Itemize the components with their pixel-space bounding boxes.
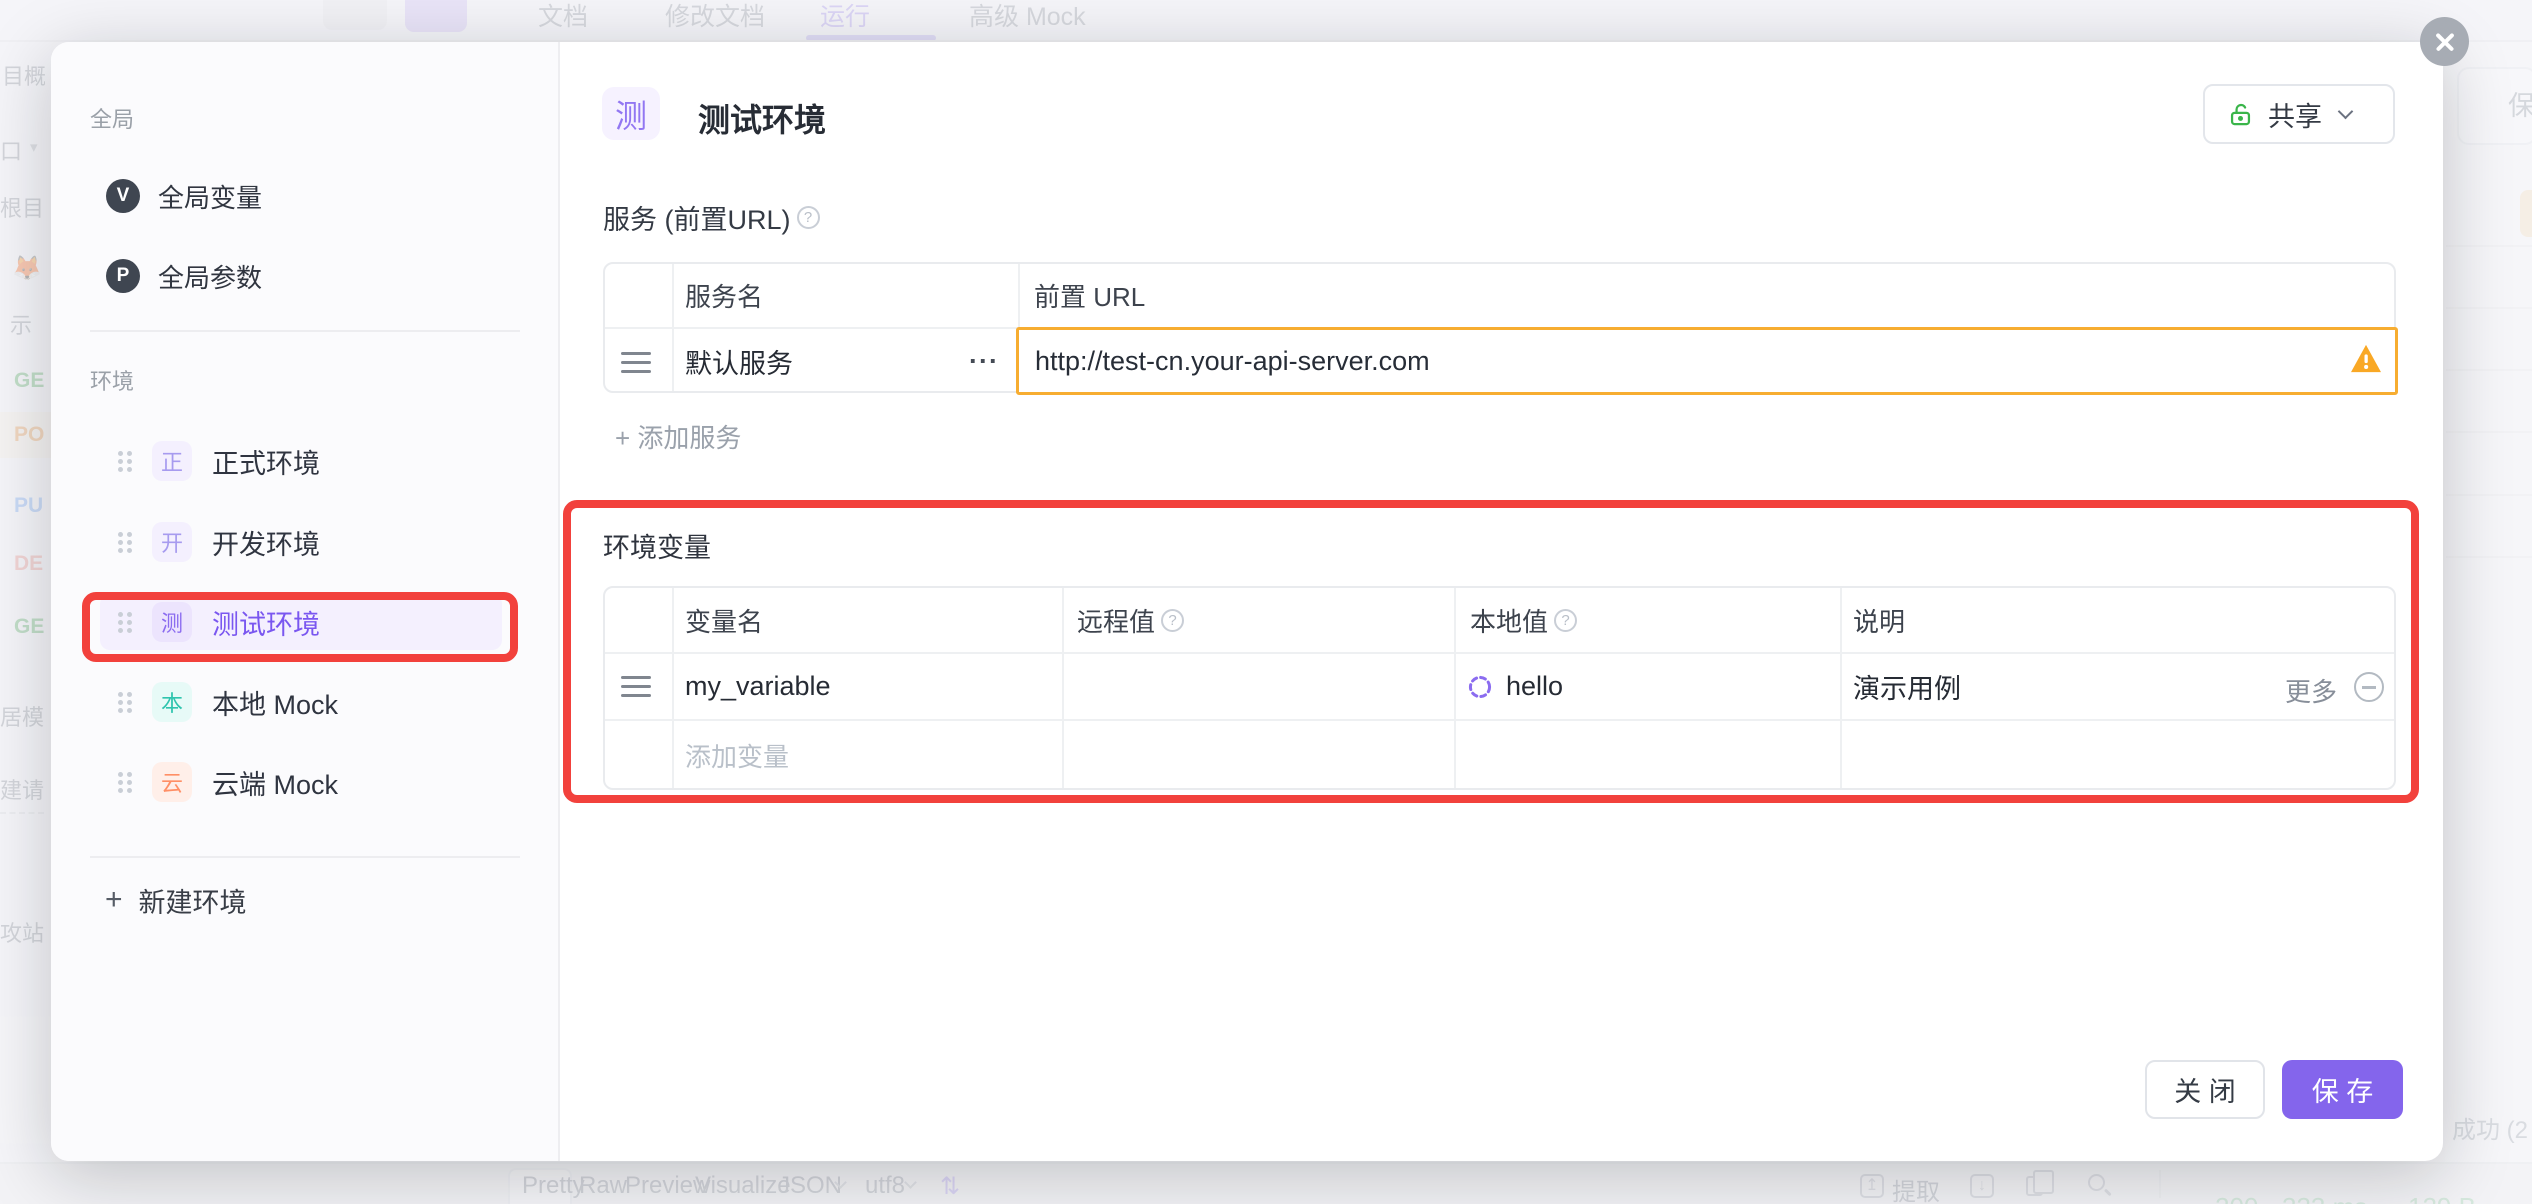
local-value-text: hello: [1506, 671, 1563, 702]
close-button[interactable]: 关 闭: [2145, 1060, 2265, 1119]
env-label: 测试环境: [212, 603, 320, 642]
env-badge: 开: [152, 522, 192, 562]
warning-icon[interactable]: [2349, 344, 2383, 379]
env-label: 云端 Mock: [212, 763, 338, 802]
row-divider: [605, 719, 2394, 721]
column-divider: [1062, 588, 1064, 788]
env-vars-label: 环境变量: [603, 526, 711, 565]
remote-value-label: 远程值: [1077, 602, 1155, 639]
service-table: 服务名 前置 URL 默认服务 ··· http://test-cn.your-…: [603, 262, 2396, 393]
env-badge: 云: [152, 762, 192, 802]
share-label: 共享: [2268, 95, 2322, 134]
sidebar-item-global-params[interactable]: P 全局参数: [106, 256, 262, 296]
service-section-title: 服务 (前置URL) ?: [603, 198, 820, 237]
sidebar-env-testing[interactable]: 测 测试环境: [100, 594, 502, 650]
drag-handle-icon[interactable]: [621, 352, 651, 355]
description-cell[interactable]: 演示用例: [1853, 654, 1961, 719]
col-header-remote-value: 远程值 ?: [1077, 588, 1184, 652]
col-header-local-value: 本地值 ?: [1470, 588, 1577, 652]
service-section-label: 服务 (前置URL): [603, 198, 791, 237]
col-header-description: 说明: [1853, 588, 1905, 652]
help-icon[interactable]: ?: [797, 206, 820, 229]
sidebar-item-global-variables[interactable]: V 全局变量: [106, 176, 262, 216]
page-title: 测试环境: [698, 95, 826, 141]
drag-handle-icon[interactable]: [621, 676, 651, 679]
save-button[interactable]: 保 存: [2282, 1060, 2403, 1119]
env-badge: 正: [152, 441, 192, 481]
dynamic-value-icon: [1466, 673, 1494, 701]
share-button[interactable]: 共享: [2203, 84, 2395, 144]
env-badge: 测: [152, 602, 192, 642]
new-environment-label: 新建环境: [139, 881, 247, 920]
unlock-icon: [2227, 101, 2254, 128]
more-button[interactable]: 更多: [2285, 672, 2337, 709]
environment-dialog-sidebar: 全局 V 全局变量 P 全局参数 环境 正 正式环境 开 开发环境 测 测试环境: [51, 42, 560, 1161]
chevron-down-icon: [2338, 103, 2354, 119]
drag-handle-icon[interactable]: [118, 612, 123, 617]
base-url-value: http://test-cn.your-api-server.com: [1035, 346, 1430, 377]
global-variable-icon: V: [106, 179, 140, 213]
sidebar-env-cloud-mock[interactable]: 云 云端 Mock: [100, 754, 502, 810]
local-value-cell[interactable]: hello: [1466, 654, 1563, 719]
env-label: 正式环境: [212, 442, 320, 481]
environment-title-badge: 测: [602, 87, 660, 140]
drag-handle-icon[interactable]: [118, 451, 123, 456]
env-vars-table: 变量名 远程值 ? 本地值 ? 说明 my_variable hello 演示用…: [603, 586, 2396, 790]
local-value-label: 本地值: [1470, 602, 1548, 639]
help-icon[interactable]: ?: [1554, 609, 1577, 632]
new-environment-button[interactable]: + 新建环境: [105, 880, 247, 920]
env-label: 开发环境: [212, 523, 320, 562]
sidebar-env-local-mock[interactable]: 本 本地 Mock: [100, 674, 502, 730]
col-header-base-url: 前置 URL: [1034, 264, 1145, 327]
global-section-label: 全局: [90, 102, 134, 134]
drag-handle-icon[interactable]: [118, 772, 123, 777]
column-divider: [1454, 588, 1456, 788]
column-divider: [672, 588, 674, 788]
col-header-variable-name: 变量名: [685, 588, 763, 652]
sidebar-item-label: 全局变量: [158, 178, 262, 215]
remove-row-icon[interactable]: [2354, 672, 2384, 702]
variable-name-cell[interactable]: my_variable: [685, 654, 831, 719]
environments-section-label: 环境: [90, 364, 134, 396]
sidebar-env-development[interactable]: 开 开发环境: [100, 514, 502, 570]
sidebar-divider: [90, 856, 520, 858]
env-label: 本地 Mock: [212, 683, 338, 722]
column-divider: [1840, 588, 1842, 788]
add-variable-input[interactable]: 添加变量: [685, 721, 789, 790]
sidebar-env-production[interactable]: 正 正式环境: [100, 433, 502, 489]
help-icon[interactable]: ?: [1161, 609, 1184, 632]
sidebar-divider: [90, 330, 520, 332]
service-name-cell[interactable]: 默认服务: [685, 329, 793, 393]
plus-icon: +: [105, 883, 123, 917]
drag-handle-icon[interactable]: [118, 692, 123, 697]
more-actions-icon[interactable]: ···: [969, 346, 999, 377]
environment-settings-dialog: 全局 V 全局变量 P 全局参数 环境 正 正式环境 开 开发环境 测 测试环境: [51, 42, 2443, 1161]
dialog-close-button[interactable]: [2420, 17, 2469, 66]
col-header-service-name: 服务名: [685, 264, 763, 327]
env-vars-section-title: 环境变量: [603, 526, 711, 565]
global-param-icon: P: [106, 259, 140, 293]
env-badge: 本: [152, 682, 192, 722]
drag-handle-icon[interactable]: [118, 532, 123, 537]
sidebar-item-label: 全局参数: [158, 258, 262, 295]
add-service-button[interactable]: + 添加服务: [615, 418, 741, 455]
base-url-input[interactable]: http://test-cn.your-api-server.com: [1016, 327, 2398, 395]
